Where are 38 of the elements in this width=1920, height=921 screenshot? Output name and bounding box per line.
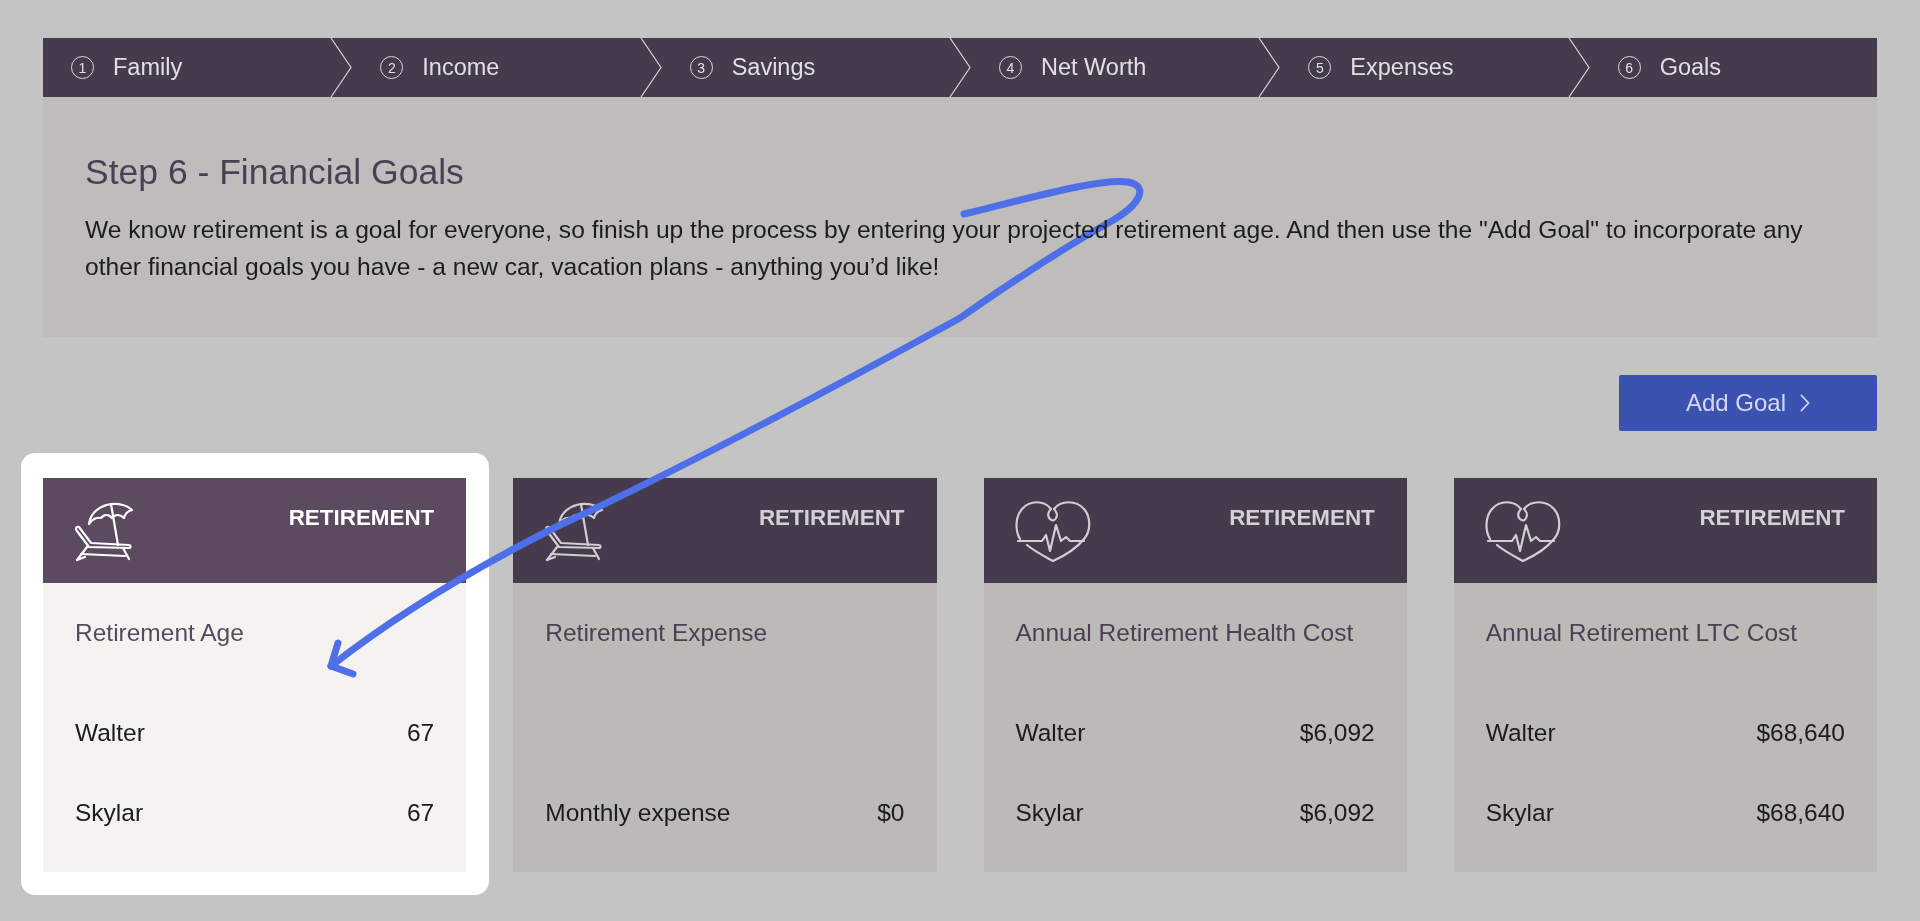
heart-pulse-icon [1013,499,1092,563]
step-tab[interactable]: 2 Income [352,38,640,97]
step-tab[interactable]: 4 Net Worth [971,38,1259,97]
category-label: RETIREMENT [758,505,905,530]
chevron-separator [1258,38,1281,97]
step-tab[interactable]: 6 Goals [1589,38,1877,97]
step-tab[interactable]: 5 Expenses [1280,38,1568,97]
category-label: RETIREMENT [1229,505,1375,530]
row-label: Walter [1485,717,1556,748]
category-label: RETIREMENT [1699,505,1845,530]
chevron-separator [639,38,662,97]
row-value: $0 [877,797,905,828]
row-value: $6,092 [1299,717,1375,748]
chevron-separator [330,38,353,97]
goal-title: Retirement Age [75,618,245,647]
heart-pulse-icon [1483,499,1562,563]
row-label: Walter [75,717,145,748]
row-value: $68,640 [1756,717,1845,748]
category-label: RETIREMENT [288,505,435,530]
step-tab[interactable]: 1 Family [43,38,331,97]
row-label: Skylar [1485,797,1554,828]
row-label: Skylar [75,797,144,828]
step-tab[interactable]: 3 Savings [661,38,949,97]
row-label: Monthly expense [545,797,731,828]
row-value: 67 [407,797,435,828]
row-value: $6,092 [1299,797,1375,828]
row-value: $68,640 [1756,797,1845,828]
add-goal-button[interactable]: Add Goal [1619,375,1877,431]
goal-title: Annual Retirement Health Cost [1015,618,1355,647]
row-value: 67 [407,717,435,748]
goal-title: Retirement Expense [545,618,769,647]
row-label: Skylar [1015,797,1084,828]
chevron-separator [1567,38,1590,97]
step-title: Step 6 - Financial Goals [85,151,465,193]
chevron-separator [949,38,971,97]
chevron-right-icon [1800,394,1811,412]
goal-title: Annual Retirement LTC Cost [1485,618,1799,647]
row-label: Walter [1015,717,1086,748]
